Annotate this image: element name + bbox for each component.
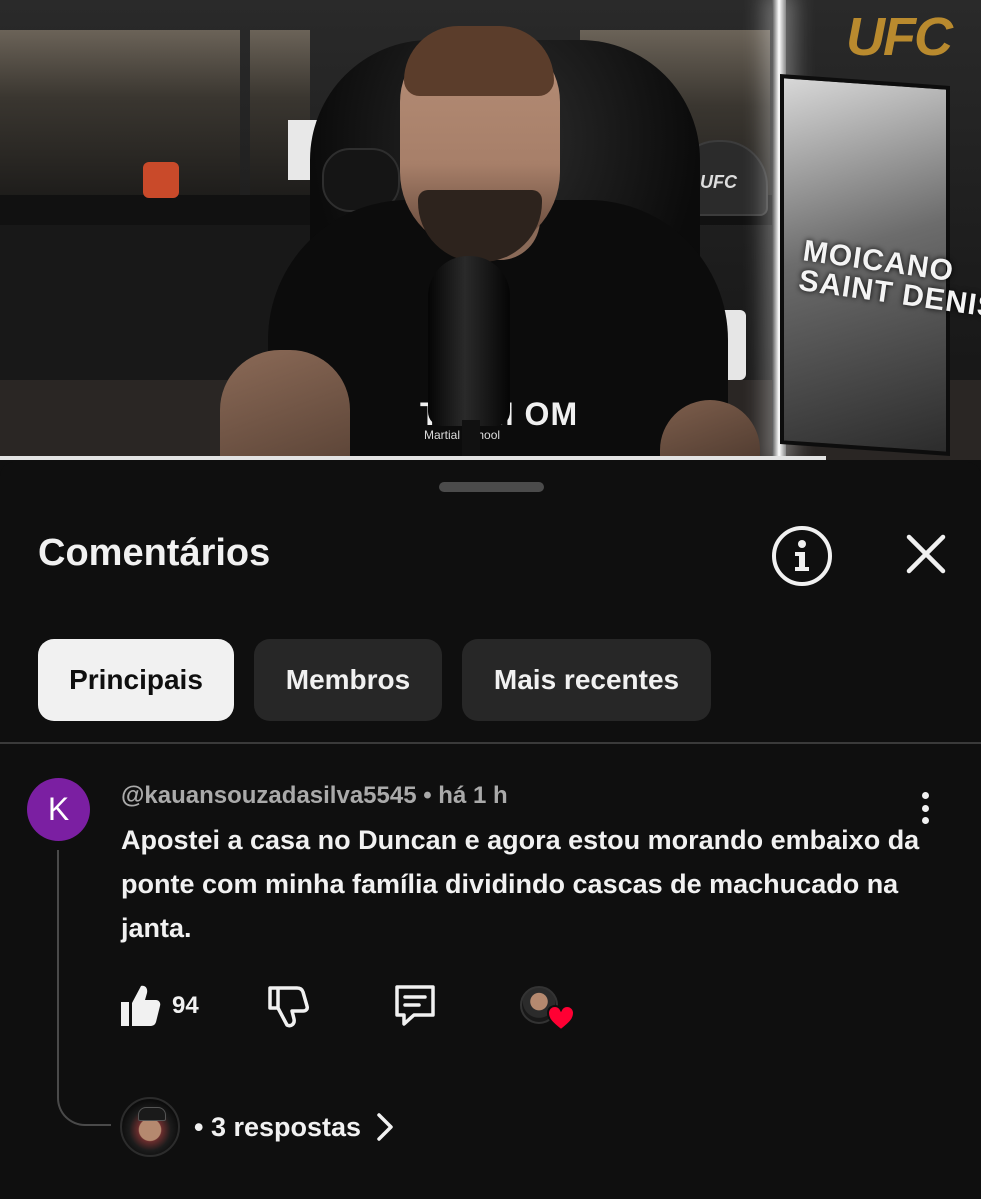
divider [0, 742, 981, 744]
reply-button[interactable] [392, 982, 438, 1028]
info-icon [795, 540, 809, 571]
thumbs-up-icon [121, 985, 161, 1026]
dot [921, 804, 929, 812]
replies-count: • 3 respostas [194, 1111, 362, 1142]
info-button[interactable] [772, 526, 832, 586]
thumbs-down-icon [268, 986, 309, 1028]
dot [921, 792, 929, 799]
person-arm-left [220, 350, 350, 460]
microphone-stand [462, 420, 480, 460]
chip-principais[interactable]: Principais [38, 639, 234, 721]
video-player[interactable]: UFC MOICANO SAINT DENIS UFC TEAM OM Mart… [0, 0, 981, 460]
like-count: 94 [172, 992, 199, 1019]
video-progress-bar[interactable] [0, 456, 826, 460]
comment-text: Apostei a casa no Duncan e agora estou m… [121, 825, 920, 943]
drag-handle[interactable] [439, 482, 544, 492]
heart-icon [546, 1004, 576, 1032]
view-replies-button[interactable]: • 3 respostas [120, 1096, 395, 1158]
reply-author-avatar [120, 1097, 180, 1157]
creator-heart [520, 986, 576, 1032]
like-button[interactable] [118, 982, 162, 1028]
mug [143, 162, 179, 198]
close-button[interactable] [900, 528, 952, 580]
cap-logo: UFC [700, 172, 737, 192]
dislike-button[interactable] [264, 982, 310, 1028]
sheet-title: Comentários [38, 532, 271, 574]
filter-chips: Principais Membros Mais recentes [38, 639, 711, 721]
chip-membros[interactable]: Membros [254, 639, 442, 721]
microphone [428, 256, 510, 426]
comment-icon [395, 985, 435, 1026]
commenter-avatar[interactable]: K [27, 778, 90, 841]
close-icon [906, 534, 946, 574]
chip-mais-recentes[interactable]: Mais recentes [462, 639, 711, 721]
chevron-right-icon [377, 1113, 393, 1141]
ufc-sign: UFC [846, 7, 953, 67]
thread-line [57, 850, 111, 1126]
shelf-backlight [0, 30, 240, 200]
person-hair [404, 26, 554, 96]
comment-meta[interactable]: @kauansouzadasilva5545 • há 1 h [121, 782, 508, 810]
